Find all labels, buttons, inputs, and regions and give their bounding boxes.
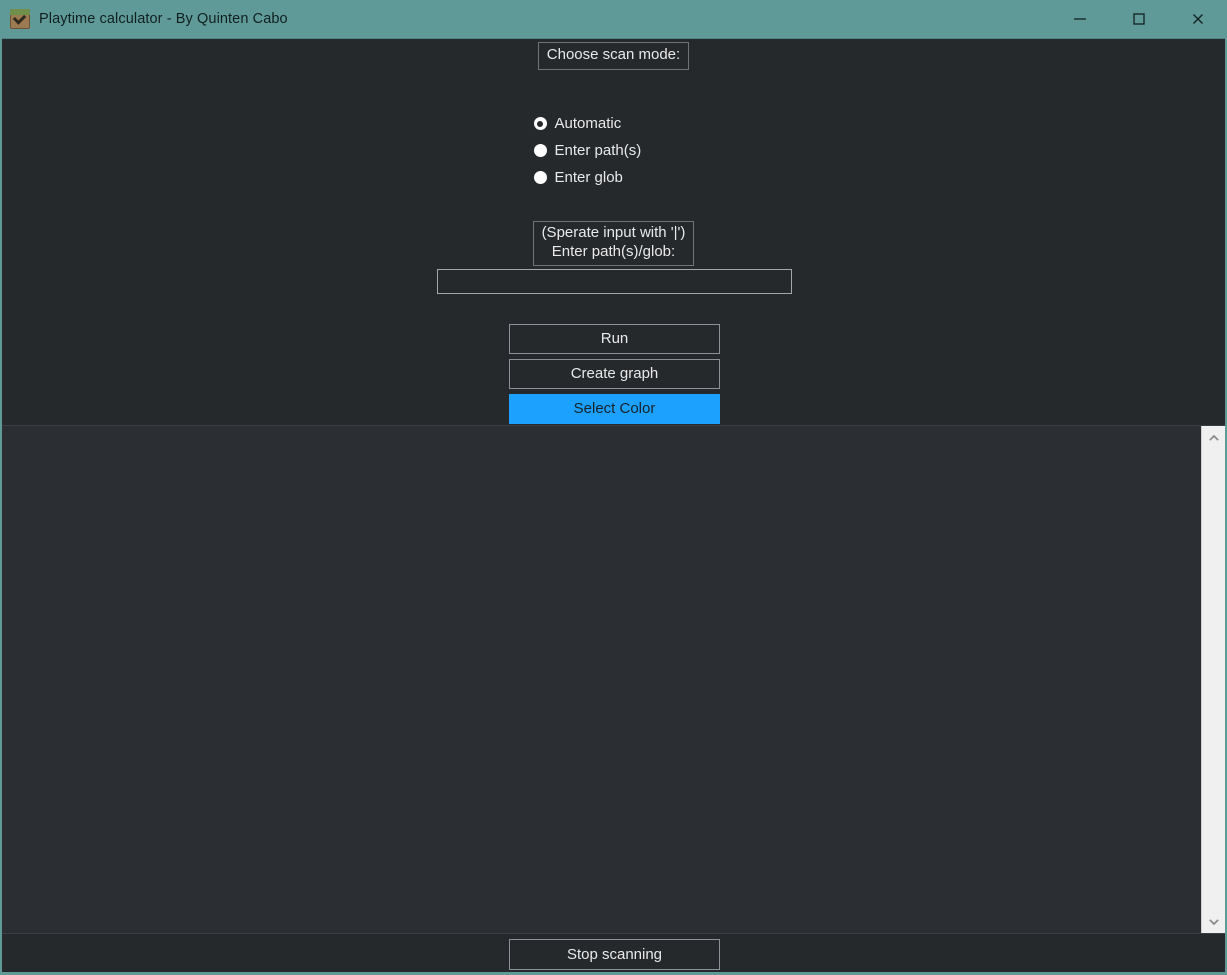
chevron-up-icon[interactable] xyxy=(1202,426,1225,449)
status-bar: Stop scanning xyxy=(2,933,1225,972)
maximize-icon[interactable] xyxy=(1109,0,1168,39)
select-color-button[interactable]: Select Color xyxy=(509,394,720,424)
window-title: Playtime calculator - By Quinten Cabo xyxy=(39,11,288,27)
radio-label-enter-glob: Enter glob xyxy=(554,169,623,186)
create-graph-button[interactable]: Create graph xyxy=(509,359,720,389)
scan-mode-heading: Choose scan mode: xyxy=(537,42,690,70)
minimize-icon[interactable] xyxy=(1050,0,1109,39)
radio-indicator-enter-glob xyxy=(533,171,547,184)
radio-indicator-automatic xyxy=(533,117,547,130)
window-controls xyxy=(1050,0,1225,39)
output-log[interactable] xyxy=(2,426,1201,933)
app-box-check-icon xyxy=(10,9,30,29)
title-bar[interactable]: Playtime calculator - By Quinten Cabo xyxy=(2,0,1225,39)
output-scrollbar[interactable] xyxy=(1201,426,1225,933)
scan-mode-heading-wrap: Choose scan mode: xyxy=(2,42,1225,70)
app-window: Playtime calculator - By Quinten Cabo Ch… xyxy=(0,0,1227,975)
stop-scanning-button[interactable]: Stop scanning xyxy=(509,939,720,970)
radio-option-enter-paths[interactable]: Enter path(s) xyxy=(533,137,694,164)
radio-option-automatic[interactable]: Automatic xyxy=(533,110,694,137)
path-input[interactable] xyxy=(437,269,792,294)
scan-mode-radio-group: Automatic Enter path(s) Enter glob xyxy=(2,110,1225,191)
run-button[interactable]: Run xyxy=(509,324,720,354)
controls-panel: Choose scan mode: Automatic Enter path(s… xyxy=(2,39,1225,459)
radio-indicator-enter-paths xyxy=(533,144,547,157)
chevron-down-icon[interactable] xyxy=(1202,910,1225,933)
output-panel xyxy=(2,425,1225,933)
path-input-label-wrap: (Sperate input with '|') Enter path(s)/g… xyxy=(2,221,1225,266)
radio-label-enter-paths: Enter path(s) xyxy=(554,142,642,159)
scrollbar-track[interactable] xyxy=(1202,449,1225,910)
radio-label-automatic: Automatic xyxy=(554,115,622,132)
path-input-label: (Sperate input with '|') Enter path(s)/g… xyxy=(532,221,695,266)
close-icon[interactable] xyxy=(1168,0,1225,39)
radio-option-enter-glob[interactable]: Enter glob xyxy=(533,164,694,191)
